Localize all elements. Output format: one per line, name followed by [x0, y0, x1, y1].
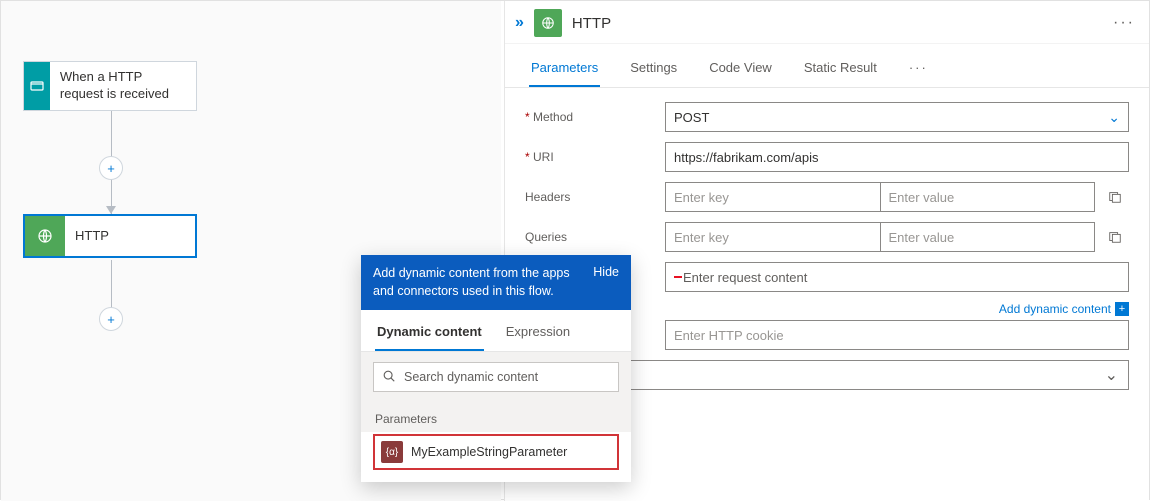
- dynamic-content-popup: Add dynamic content from the apps and co…: [361, 255, 631, 482]
- dynamic-content-item[interactable]: {α} MyExampleStringParameter: [373, 434, 619, 470]
- method-dropdown[interactable]: POST ⌄: [665, 102, 1129, 132]
- cookie-input[interactable]: [665, 320, 1129, 350]
- search-container: Search dynamic content: [361, 352, 631, 402]
- tab-static-result[interactable]: Static Result: [802, 54, 879, 87]
- uri-label: * URI: [525, 150, 665, 164]
- search-icon: [382, 369, 396, 386]
- tab-expression[interactable]: Expression: [504, 320, 572, 351]
- http-action-icon: [25, 216, 65, 256]
- plus-icon: +: [1115, 302, 1129, 316]
- switch-to-text-mode-button[interactable]: [1101, 182, 1129, 212]
- header-key-input[interactable]: [665, 182, 880, 212]
- query-value-input[interactable]: [880, 222, 1096, 252]
- add-step-button[interactable]: +: [99, 307, 123, 331]
- trigger-node-label: When a HTTP request is received: [50, 69, 196, 103]
- popup-header: Add dynamic content from the apps and co…: [361, 255, 631, 310]
- tab-more[interactable]: ···: [907, 54, 930, 87]
- cursor-indicator: [674, 276, 682, 278]
- hide-popup-button[interactable]: Hide: [593, 265, 619, 300]
- panel-menu-button[interactable]: ···: [1113, 14, 1135, 32]
- tab-settings[interactable]: Settings: [628, 54, 679, 87]
- panel-title: HTTP: [572, 15, 1103, 32]
- add-step-button[interactable]: +: [99, 156, 123, 180]
- popup-header-message: Add dynamic content from the apps and co…: [373, 265, 581, 300]
- http-node-label: HTTP: [65, 228, 119, 245]
- method-label: * Method: [525, 110, 665, 124]
- add-dynamic-content-link[interactable]: Add dynamic content +: [665, 302, 1129, 316]
- http-action-node[interactable]: HTTP: [23, 214, 197, 258]
- collapse-panel-button[interactable]: »: [515, 14, 524, 32]
- tab-dynamic-content[interactable]: Dynamic content: [375, 320, 484, 351]
- http-action-icon: [534, 9, 562, 37]
- connector-arrow-icon: [106, 206, 116, 214]
- queries-label: Queries: [525, 230, 665, 244]
- parameter-icon: {α}: [381, 441, 403, 463]
- headers-label: Headers: [525, 190, 665, 204]
- tab-parameters[interactable]: Parameters: [529, 54, 600, 87]
- parameter-name: MyExampleStringParameter: [411, 445, 567, 459]
- body-input[interactable]: Enter request content: [665, 262, 1129, 292]
- method-value: POST: [674, 110, 709, 125]
- parameters-group-label: Parameters: [361, 402, 631, 432]
- header-value-input[interactable]: [880, 182, 1096, 212]
- http-trigger-icon: [24, 62, 50, 110]
- panel-tabs: Parameters Settings Code View Static Res…: [505, 44, 1149, 88]
- tab-code-view[interactable]: Code View: [707, 54, 774, 87]
- chevron-down-icon: ⌄: [1105, 365, 1118, 385]
- chevron-down-icon: ⌄: [1108, 109, 1120, 126]
- switch-to-text-mode-button[interactable]: [1101, 222, 1129, 252]
- popup-tabs: Dynamic content Expression: [361, 310, 631, 352]
- uri-input[interactable]: [665, 142, 1129, 172]
- trigger-node[interactable]: When a HTTP request is received: [23, 61, 197, 111]
- panel-header: » HTTP ···: [505, 1, 1149, 44]
- query-key-input[interactable]: [665, 222, 880, 252]
- search-input[interactable]: Search dynamic content: [373, 362, 619, 392]
- connector-line: [111, 260, 112, 308]
